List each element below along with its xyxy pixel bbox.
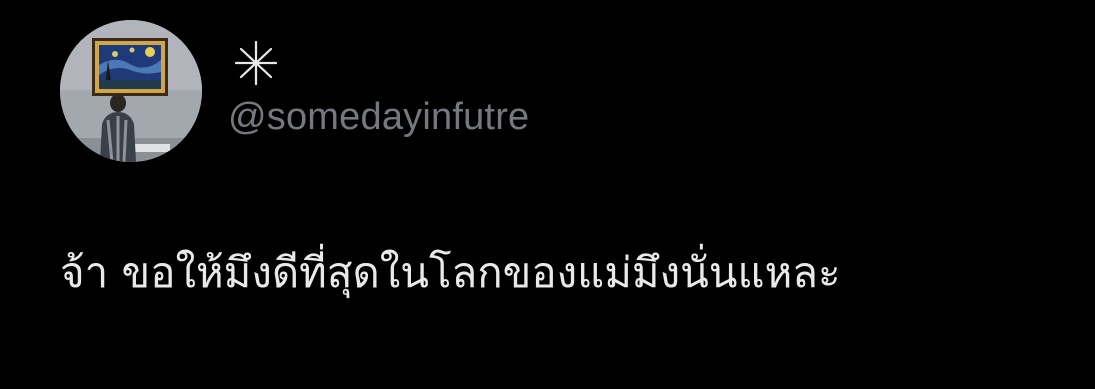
display-name[interactable]	[228, 38, 288, 88]
tweet-text: จ้า ขอให้มึงดีที่สุดในโลกของแม่มึงนั่นแห…	[60, 248, 841, 297]
asterisk-icon	[234, 40, 278, 86]
avatar-image	[60, 20, 202, 162]
tweet-card: @somedayinfutre จ้า ขอให้มึงดีที่สุดในโล…	[0, 0, 1095, 389]
avatar[interactable]	[60, 20, 202, 162]
user-handle[interactable]: @somedayinfutre	[228, 96, 529, 139]
